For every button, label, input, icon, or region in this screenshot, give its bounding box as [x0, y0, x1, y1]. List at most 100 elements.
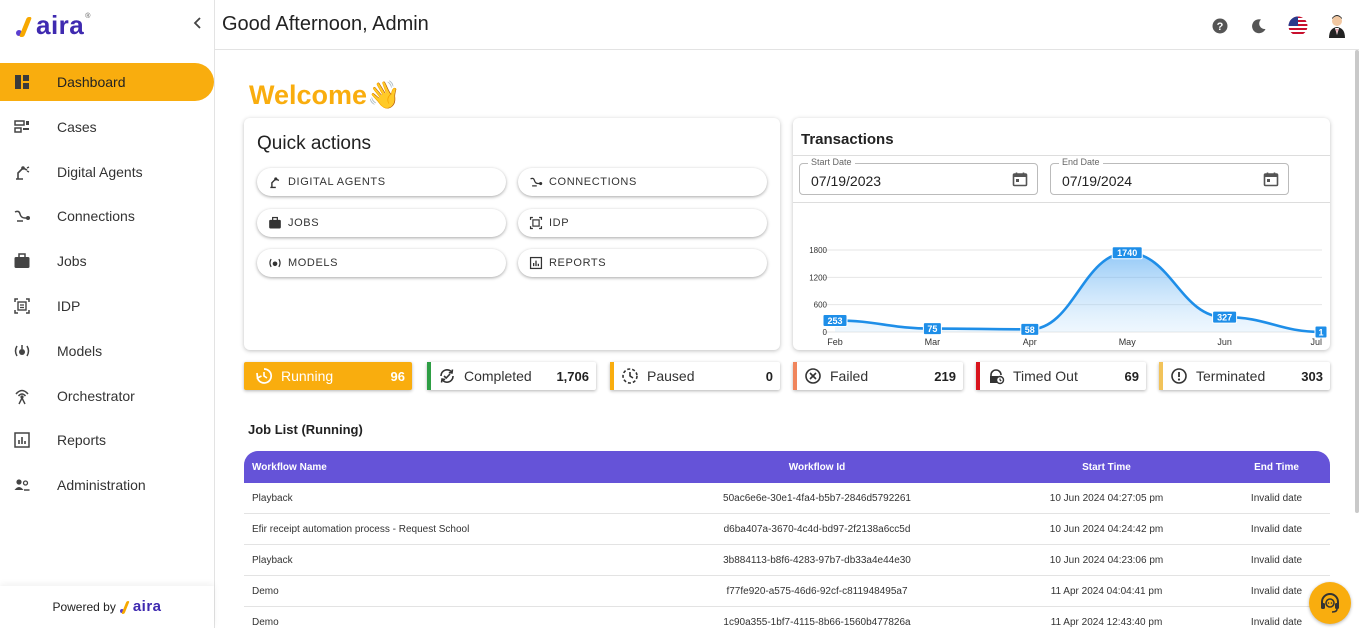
table-row[interactable]: Efir receipt automation process - Reques… — [244, 514, 1330, 545]
sidebar-item-idp[interactable]: IDP — [0, 287, 213, 325]
sidebar-item-models[interactable]: Models — [0, 332, 213, 370]
cell-workflow-name: Demo — [252, 616, 279, 628]
powered-by-footer: Powered by aira — [0, 586, 214, 628]
status-timed-out-card[interactable]: Timed Out 69 — [976, 362, 1146, 390]
sidebar-item-label: Models — [57, 342, 103, 359]
logo-mark-icon — [119, 600, 131, 614]
table-header: Workflow Name Workflow Id Start Time End… — [244, 451, 1330, 483]
column-header-start-time[interactable]: Start Time — [990, 462, 1223, 473]
quick-action-digital-agents-button[interactable]: DIGITAL AGENTS — [257, 168, 506, 196]
data-label: 58 — [1025, 325, 1035, 335]
end-date-field[interactable]: End Date 07/19/2024 — [1050, 157, 1289, 195]
page-scrollbar[interactable] — [1355, 50, 1359, 513]
registered-mark: ® — [85, 13, 91, 20]
start-date-field[interactable]: Start Date 07/19/2023 — [799, 157, 1038, 195]
cases-icon — [12, 117, 32, 137]
document-scan-icon — [12, 296, 32, 316]
status-count: 96 — [390, 368, 405, 384]
column-header-workflow-name[interactable]: Workflow Name — [244, 462, 644, 473]
powered-by-label: Powered by — [52, 600, 116, 614]
avatar-icon — [1328, 15, 1345, 38]
column-header-end-time[interactable]: End Time — [1223, 462, 1330, 473]
sidebar-item-digital-agents[interactable]: Digital Agents — [0, 153, 213, 191]
status-count: 1,706 — [556, 368, 589, 384]
quick-actions-title: Quick actions — [257, 133, 372, 154]
table-row[interactable]: Demo f77fe920-a575-46d6-92cf-c811948495a… — [244, 576, 1330, 607]
quick-action-models-button[interactable]: MODELS — [257, 249, 506, 277]
status-color-bar — [610, 362, 614, 390]
cell-workflow-id: 1c90a355-1bf7-4115-8b66-1560b477826a — [723, 616, 911, 628]
dark-mode-toggle[interactable] — [1246, 13, 1271, 38]
y-tick-label: 0 — [823, 328, 828, 337]
briefcase-icon — [12, 251, 32, 271]
sidebar-item-connections[interactable]: Connections — [0, 197, 213, 235]
quick-action-label: IDP — [549, 217, 570, 229]
cell-start-time: 10 Jun 2024 04:24:42 pm — [1049, 523, 1164, 535]
calendar-icon[interactable] — [1263, 171, 1279, 187]
status-terminated-card[interactable]: Terminated 303 — [1159, 362, 1330, 390]
quick-action-idp-button[interactable]: IDP — [518, 209, 767, 237]
welcome-heading: Welcome👋 — [249, 80, 401, 110]
help-button[interactable]: ? — [1207, 13, 1232, 38]
cell-start-time: 10 Jun 2024 04:23:06 pm — [1049, 554, 1164, 566]
aira-logo: aira ® — [16, 10, 91, 40]
table-row[interactable]: Playback 3b884113-b8f6-4283-97b7-db33a4e… — [244, 545, 1330, 576]
main-content: Welcome👋 Quick actions DIGITAL AGENTS CO… — [215, 51, 1359, 628]
paused-icon — [621, 367, 639, 385]
sidebar-item-orchestrator[interactable]: Orchestrator — [0, 377, 213, 415]
sidebar-item-reports[interactable]: Reports — [0, 421, 213, 459]
table-row[interactable]: Demo 1c90a355-1bf7-4115-8b66-1560b477826… — [244, 607, 1330, 628]
start-date-label: Start Date — [808, 157, 855, 167]
sidebar-item-label: Administration — [57, 477, 146, 494]
collapse-sidebar-button[interactable] — [190, 16, 206, 34]
cell-end-time: Invalid date — [1250, 616, 1303, 628]
moon-icon — [1251, 18, 1265, 33]
quick-action-reports-button[interactable]: REPORTS — [518, 249, 767, 277]
data-label: 75 — [927, 324, 937, 334]
sidebar-item-label: Reports — [57, 432, 107, 449]
sidebar-item-cases[interactable]: Cases — [0, 108, 213, 146]
data-label: 327 — [1217, 313, 1232, 323]
job-list-table: Workflow Name Workflow Id Start Time End… — [244, 451, 1330, 628]
cell-workflow-id: f77fe920-a575-46d6-92cf-c811948495a7 — [726, 585, 908, 597]
language-selector[interactable] — [1285, 13, 1310, 38]
calendar-icon[interactable] — [1012, 171, 1028, 187]
column-header-workflow-id[interactable]: Workflow Id — [644, 462, 990, 473]
status-color-bar — [976, 362, 980, 390]
y-tick-label: 1200 — [809, 273, 827, 282]
x-tick-label: Jun — [1217, 337, 1232, 347]
cell-start-time: 11 Apr 2024 04:04:41 pm — [1050, 585, 1163, 597]
quick-action-jobs-button[interactable]: JOBS — [257, 209, 506, 237]
status-completed-card[interactable]: Completed 1,706 — [427, 362, 596, 390]
transactions-chart: 1800 1200 600 0 253 75 58 1740 327 1 Feb Mar Apr May J… — [809, 246, 1328, 347]
support-chat-button[interactable] — [1309, 582, 1351, 624]
brand-logo[interactable]: aira ® — [0, 0, 214, 50]
table-row[interactable]: Playback 50ac6e6e-30e1-4fa4-b5b7-2846d57… — [244, 483, 1330, 514]
data-label: 253 — [827, 316, 842, 326]
status-running-card[interactable]: Running 96 — [244, 362, 412, 390]
completed-icon — [438, 367, 456, 385]
status-label: Running — [281, 368, 334, 384]
sidebar-item-administration[interactable]: Administration — [0, 466, 213, 504]
status-color-bar — [793, 362, 797, 390]
failed-icon — [804, 367, 822, 385]
sidebar-item-dashboard[interactable]: Dashboard — [0, 63, 214, 101]
sidebar-item-jobs[interactable]: Jobs — [0, 242, 213, 280]
status-failed-card[interactable]: Failed 219 — [793, 362, 963, 390]
sidebar-item-label: IDP — [57, 297, 81, 314]
sidebar-item-label: Dashboard — [57, 74, 126, 90]
sidebar: aira ® Dashboard Cases Digital Agents Co — [0, 0, 215, 628]
model-icon — [12, 341, 32, 361]
users-icon — [12, 475, 32, 495]
us-flag-icon — [1288, 16, 1307, 35]
quick-action-connections-button[interactable]: CONNECTIONS — [518, 168, 767, 196]
divider — [793, 202, 1330, 203]
help-icon: ? — [1212, 18, 1227, 33]
brand-name: aira — [36, 10, 85, 40]
y-tick-label: 600 — [814, 301, 828, 310]
x-tick-label: Apr — [1023, 337, 1037, 347]
sidebar-item-label: Connections — [57, 208, 135, 225]
status-paused-card[interactable]: Paused 0 — [610, 362, 780, 390]
sidebar-item-label: Digital Agents — [57, 163, 143, 180]
user-avatar[interactable] — [1324, 13, 1349, 38]
